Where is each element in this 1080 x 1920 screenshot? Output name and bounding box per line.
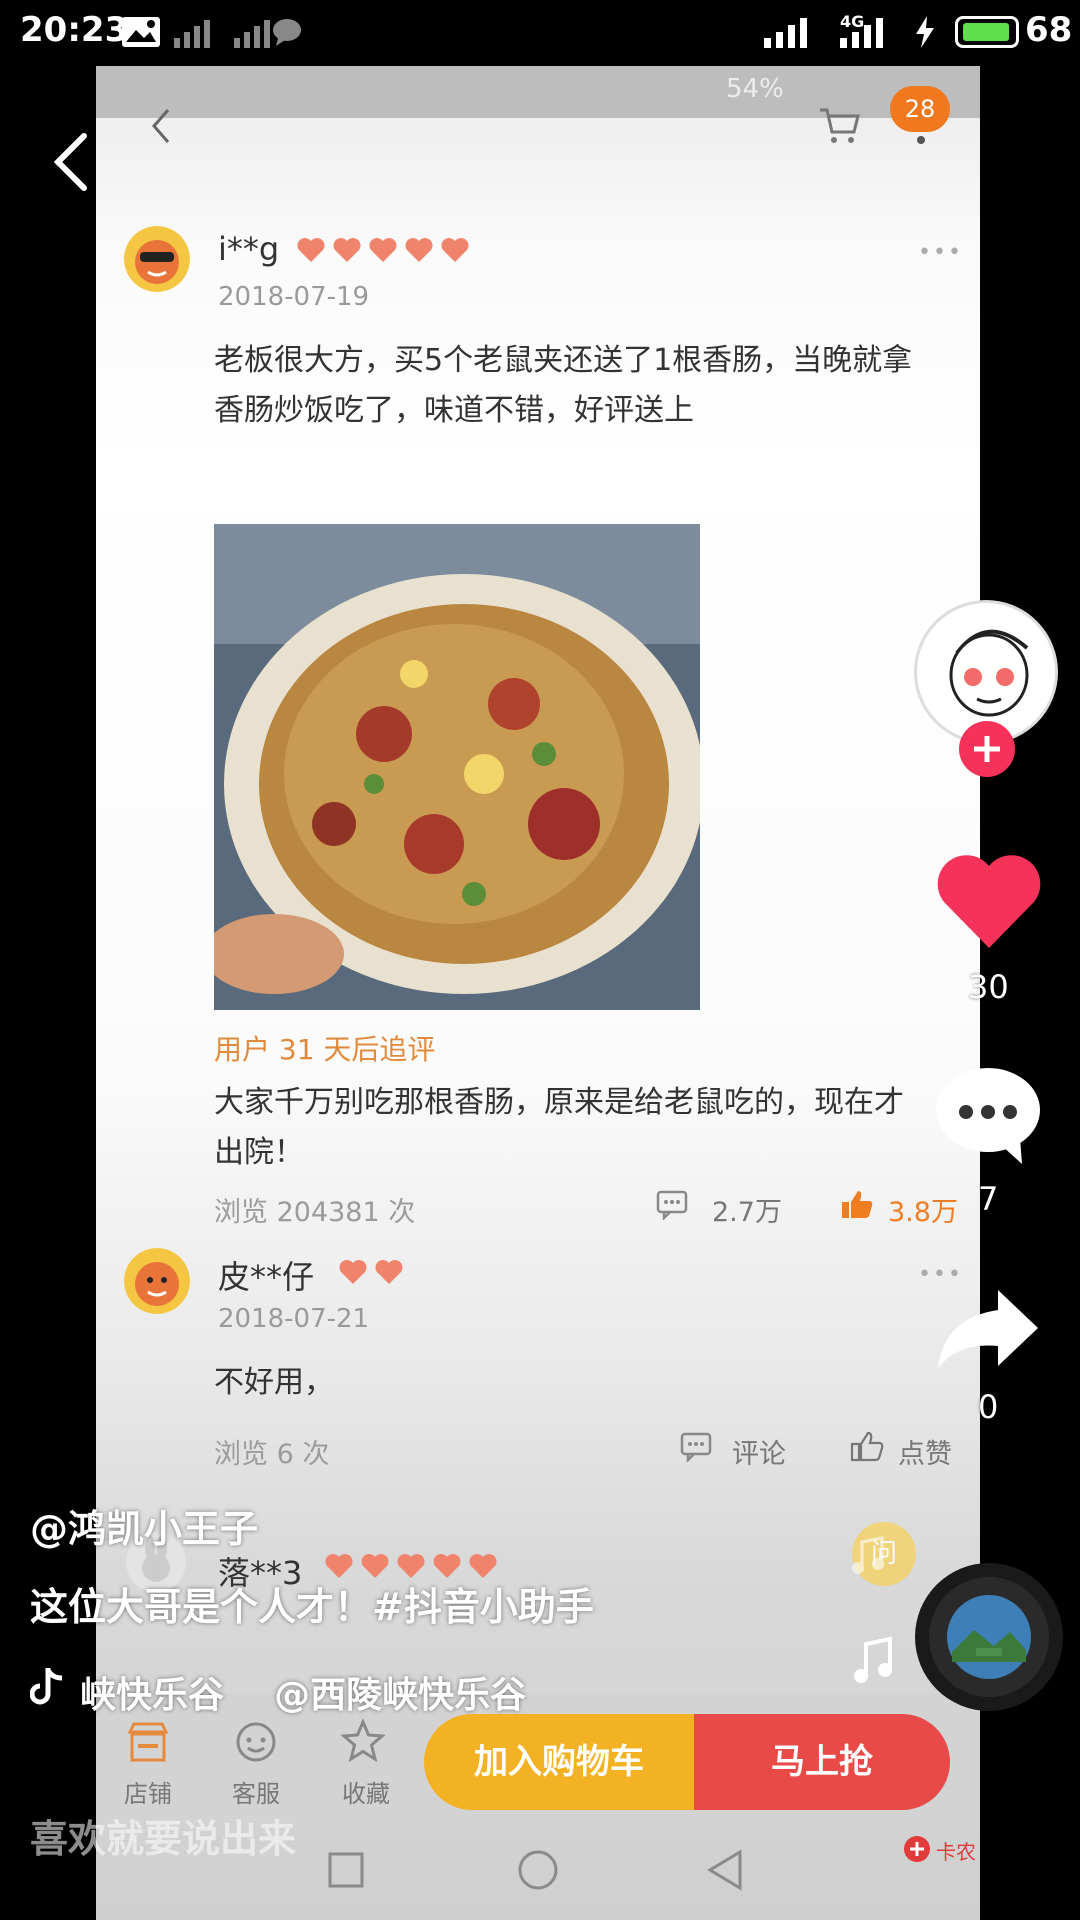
cart-badge: 28 <box>890 86 950 132</box>
user-avatar[interactable] <box>124 1248 190 1314</box>
rating-hearts <box>296 236 476 268</box>
thumbs-up-icon-active[interactable] <box>840 1188 874 1220</box>
music-note-icon-faded <box>852 1536 884 1574</box>
customer-service-icon[interactable] <box>234 1720 278 1764</box>
comment-input-hint[interactable]: 喜欢就要说出来 <box>30 1808 296 1863</box>
follow-plus-icon[interactable] <box>958 720 1016 778</box>
buy-now-button[interactable]: 马上抢 <box>694 1714 950 1810</box>
signal-icon-2 <box>840 18 883 48</box>
store-label[interactable]: 店铺 <box>124 1774 172 1809</box>
thumbs-up-icon[interactable] <box>850 1430 884 1462</box>
followup-label: 用户 31 天后追评 <box>214 1033 436 1066</box>
status-time: 20:23 <box>20 10 129 50</box>
heart-rating-icon <box>333 238 361 262</box>
share-arrow-icon[interactable] <box>934 1284 1042 1374</box>
inner-back-icon[interactable] <box>146 104 176 148</box>
view-count: 浏览 204381 次 <box>214 1197 416 1228</box>
review-card: i**g ••• 2018-07-19 老板很大方，买5个老鼠夹还送了1根香肠，… <box>96 226 980 1229</box>
star-icon[interactable] <box>340 1718 386 1764</box>
review-date: 2018-07-19 <box>218 282 370 312</box>
comment-icon[interactable] <box>680 1432 712 1462</box>
fried-rice-photo[interactable] <box>214 524 700 1010</box>
battery-icon <box>955 16 1019 48</box>
music-disc-icon[interactable] <box>914 1562 1064 1712</box>
service-label[interactable]: 客服 <box>232 1774 280 1809</box>
charging-icon <box>916 16 934 48</box>
recent-apps-icon[interactable] <box>326 1850 366 1890</box>
message-icon <box>273 19 301 46</box>
signal-icon-gray <box>174 20 210 48</box>
cart-icon[interactable] <box>816 102 862 148</box>
followup-text: 大家千万别吃那根香肠，原来是给老鼠吃的，现在才出院！ <box>214 1085 904 1170</box>
battery-level: 68 <box>1025 10 1073 50</box>
tiktok-music-icon <box>30 1668 63 1705</box>
status-bar: 20:23 4G 68 <box>0 0 1080 66</box>
author-handle[interactable]: @鸿凯小王子 <box>30 1498 258 1553</box>
heart-rating-icon <box>441 238 469 262</box>
comment-total: 7 <box>978 1180 999 1218</box>
like-total: 30 <box>968 968 1009 1006</box>
watermark-text: 卡农 <box>936 1840 976 1864</box>
comment-count[interactable]: 2.7万 <box>712 1190 782 1229</box>
like-count[interactable]: 3.8万 <box>888 1190 958 1229</box>
rating-hearts <box>338 1258 410 1290</box>
heart-rating-icon <box>405 238 433 262</box>
music-title[interactable]: 峡快乐谷 @西陵峡快乐谷 <box>80 1666 526 1718</box>
share-total: 0 <box>978 1388 999 1426</box>
home-icon[interactable] <box>516 1848 560 1892</box>
signal-icon <box>764 18 807 48</box>
favorite-label[interactable]: 收藏 <box>342 1774 390 1809</box>
like-heart-icon[interactable] <box>934 852 1044 952</box>
user-avatar[interactable] <box>124 226 190 292</box>
watermark-logo-icon <box>904 1836 930 1862</box>
more-icon[interactable]: ••• <box>918 240 963 265</box>
review-text: 不好用， <box>214 1365 334 1400</box>
comment-button[interactable]: 评论 <box>732 1432 786 1471</box>
music-note-icon <box>854 1636 892 1683</box>
review-date: 2018-07-21 <box>218 1304 370 1334</box>
review-text: 老板很大方，买5个老鼠夹还送了1根香肠，当晚就拿香肠炒饭吃了，味道不错，好评送上 <box>214 343 913 428</box>
comment-bubble-icon[interactable] <box>934 1066 1042 1166</box>
add-to-cart-button[interactable]: 加入购物车 <box>424 1714 694 1810</box>
badge-dot <box>917 136 925 144</box>
image-notification-icon <box>122 17 160 47</box>
heart-rating-icon <box>297 238 325 262</box>
android-back-icon[interactable] <box>702 1848 746 1892</box>
comment-icon[interactable] <box>656 1190 688 1220</box>
reviewer-name: i**g <box>218 230 280 268</box>
view-count: 浏览 6 次 <box>214 1439 330 1470</box>
store-icon[interactable] <box>126 1722 170 1762</box>
back-arrow-icon[interactable] <box>48 130 92 194</box>
review-card: 皮**仔 ••• 2018-07-21 不好用， 浏览 6 次 评论 点赞 <box>96 1248 980 1478</box>
video-caption: 这位大哥是个人才！#抖音小助手 <box>30 1585 594 1629</box>
like-button[interactable]: 点赞 <box>898 1432 952 1471</box>
reviewer-name: 皮**仔 <box>218 1258 315 1296</box>
inner-battery-text: 54% <box>726 74 784 104</box>
heart-rating-icon <box>339 1260 367 1284</box>
product-review-screenshot: 54% 28 i**g ••• 2018-07-19 老板很大方，买5个老鼠夹还… <box>96 66 980 1920</box>
heart-rating-icon <box>375 1260 403 1284</box>
heart-rating-icon <box>369 238 397 262</box>
